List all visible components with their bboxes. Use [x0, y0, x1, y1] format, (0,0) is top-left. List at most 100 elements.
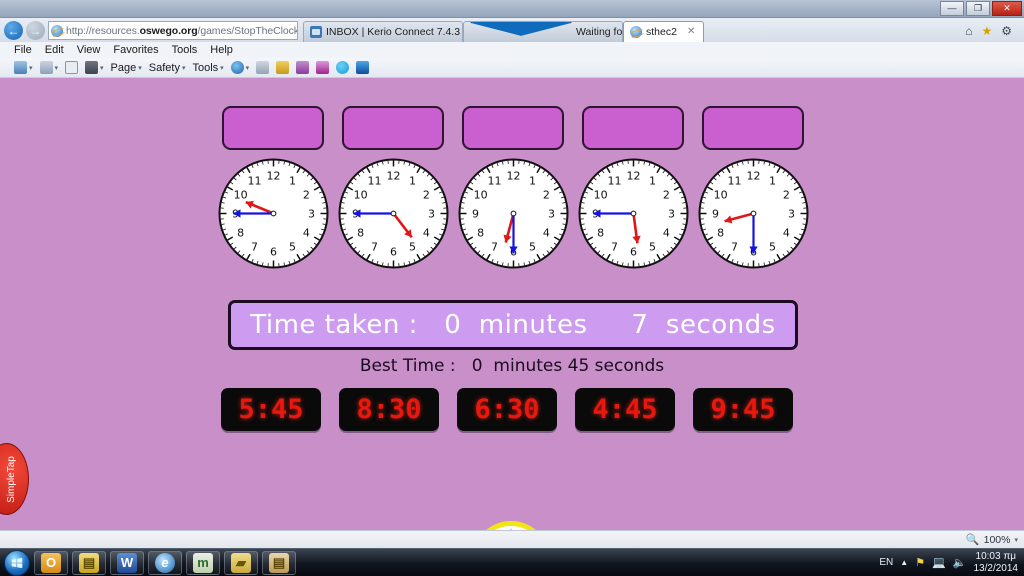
internet-explorer-icon: e — [155, 552, 175, 573]
svg-text:1: 1 — [769, 175, 776, 188]
svg-text:8: 8 — [477, 227, 484, 240]
speaker-icon[interactable]: 🔈 — [953, 556, 967, 569]
menu-view[interactable]: View — [77, 44, 101, 56]
svg-text:8: 8 — [237, 227, 244, 240]
music-note-icon[interactable] — [276, 61, 290, 74]
ie-favicon-icon — [51, 24, 63, 37]
show-hidden-icons-icon[interactable]: ▲ — [900, 558, 908, 567]
best-time-text: Best Time : 0 minutes 45 seconds — [359, 356, 665, 376]
read-mail-button[interactable] — [65, 61, 79, 74]
digital-clock[interactable]: 5:45 — [221, 388, 321, 431]
taskbar-time: 10:03 πμ — [975, 550, 1016, 562]
system-tray: EN ▲ ⚑ 💻 🔈 10:03 πμ 13/2/2014 — [879, 551, 1024, 575]
navigation-bar: ← → http://resources.oswego.org/games/St… — [0, 18, 1024, 42]
svg-text:6: 6 — [630, 246, 637, 259]
chevron-down-icon[interactable]: ▾ — [100, 64, 104, 72]
browser-window: — ❐ ✕ ← → http://resources.oswego.org/ga… — [0, 0, 1024, 548]
drop-box[interactable] — [582, 106, 684, 150]
address-bar[interactable]: http://resources.oswego.org/games/StopTh… — [48, 21, 298, 40]
onenote-icon[interactable] — [316, 61, 330, 74]
home-page-button[interactable]: ▾ — [14, 61, 33, 74]
document-icon: ▤ — [269, 552, 289, 573]
um-app-icon: m — [193, 552, 213, 573]
tab-sthec2[interactable]: sthec2 ✕ — [623, 20, 705, 42]
window-controls: — ❐ ✕ — [940, 1, 1022, 16]
tab-label: Waiting for dropbox.com — [576, 25, 623, 38]
zoom-level[interactable]: 100% — [984, 534, 1011, 546]
safety-menu-button[interactable]: Safety ▾ — [149, 62, 186, 74]
language-indicator[interactable]: EN — [879, 557, 893, 568]
digital-clock-row: 5:45 8:30 6:30 4:45 9:45 — [221, 388, 793, 431]
print-button[interactable]: ▾ — [85, 61, 104, 74]
spellcheck-icon[interactable] — [256, 61, 270, 74]
chevron-down-icon[interactable]: ▾ — [138, 64, 142, 72]
tools-gear-icon[interactable]: ⚙ — [1001, 24, 1012, 38]
chevron-down-icon[interactable]: ▾ — [55, 64, 59, 72]
drop-box[interactable] — [702, 106, 804, 150]
menu-file[interactable]: File — [14, 44, 32, 56]
help-button[interactable]: ▾ — [230, 61, 250, 74]
menu-favorites[interactable]: Favorites — [113, 44, 158, 56]
tab-kerio[interactable]: INBOX | Kerio Connect 7.4.3 W... — [303, 20, 463, 42]
digital-clock[interactable]: 9:45 — [693, 388, 793, 431]
back-button[interactable]: ← — [4, 21, 23, 40]
svg-text:9: 9 — [472, 208, 479, 221]
drop-box[interactable] — [342, 106, 444, 150]
chevron-down-icon[interactable]: ▾ — [182, 64, 186, 72]
drop-box[interactable] — [222, 106, 324, 150]
menu-tools[interactable]: Tools — [172, 44, 198, 56]
analog-clock: 121234567891011 — [336, 156, 451, 271]
taskbar-item-folder[interactable]: ▰ — [224, 550, 258, 575]
digital-clock[interactable]: 6:30 — [457, 388, 557, 431]
taskbar-item-word[interactable]: W — [110, 550, 144, 575]
skype-icon[interactable] — [336, 61, 350, 74]
minimize-button[interactable]: — — [940, 1, 964, 16]
page-menu-button[interactable]: Page ▾ — [111, 62, 142, 74]
svg-text:6: 6 — [270, 246, 277, 259]
network-icon[interactable]: 💻 — [932, 556, 946, 569]
svg-text:7: 7 — [611, 240, 618, 253]
taskbar-item-um[interactable]: m — [186, 550, 220, 575]
clock-face-icon: 121234567891011 — [698, 158, 809, 269]
taskbar-item-notes[interactable]: ▤ — [72, 550, 106, 575]
taskbar-clock[interactable]: 10:03 πμ 13/2/2014 — [974, 551, 1019, 575]
chevron-down-icon[interactable]: ▾ — [1014, 536, 1018, 544]
digital-clock[interactable]: 8:30 — [339, 388, 439, 431]
favorites-star-icon[interactable]: ★ — [981, 24, 992, 38]
menu-help[interactable]: Help — [210, 44, 233, 56]
home-icon[interactable]: ⌂ — [965, 24, 972, 38]
taskbar-item-document[interactable]: ▤ — [262, 550, 296, 575]
svg-text:2: 2 — [303, 189, 310, 202]
clock-face-icon: 121234567891011 — [218, 158, 329, 269]
svg-text:10: 10 — [594, 189, 608, 202]
close-button[interactable]: ✕ — [992, 1, 1022, 16]
bluetooth-icon[interactable] — [356, 61, 370, 74]
windows-start-orb[interactable] — [4, 549, 30, 576]
feeds-button[interactable]: ▾ — [39, 61, 59, 74]
svg-text:12: 12 — [627, 170, 641, 183]
svg-text:4: 4 — [663, 227, 670, 240]
print-icon — [85, 61, 99, 74]
menu-edit[interactable]: Edit — [45, 44, 64, 56]
onenote-clip-icon[interactable] — [296, 61, 310, 74]
forward-button[interactable]: → — [26, 21, 45, 40]
taskbar-item-internet-explorer[interactable]: e — [148, 550, 182, 575]
zoom-magnifier-icon[interactable]: 🔍 — [966, 533, 980, 546]
svg-text:5: 5 — [289, 240, 296, 253]
dropbox-icon — [470, 21, 572, 36]
drop-box[interactable] — [462, 106, 564, 150]
chevron-down-icon[interactable]: ▾ — [220, 64, 224, 72]
svg-text:10: 10 — [714, 189, 728, 202]
chevron-down-icon[interactable]: ▾ — [29, 64, 33, 72]
tab-dropbox[interactable]: Waiting for dropbox.com — [463, 20, 623, 42]
game-page: 121234567891011 121234567891011 12123456… — [0, 78, 1024, 530]
tools-menu-button[interactable]: Tools ▾ — [192, 62, 223, 74]
flag-warning-icon[interactable]: ⚑ — [915, 556, 925, 569]
digital-clock[interactable]: 4:45 — [575, 388, 675, 431]
svg-text:8: 8 — [717, 227, 724, 240]
close-icon[interactable]: ✕ — [687, 26, 695, 37]
svg-text:2: 2 — [423, 189, 430, 202]
restore-button[interactable]: ❐ — [966, 1, 990, 16]
taskbar-item-outlook[interactable]: O — [34, 550, 68, 575]
chevron-down-icon[interactable]: ▾ — [246, 64, 250, 72]
